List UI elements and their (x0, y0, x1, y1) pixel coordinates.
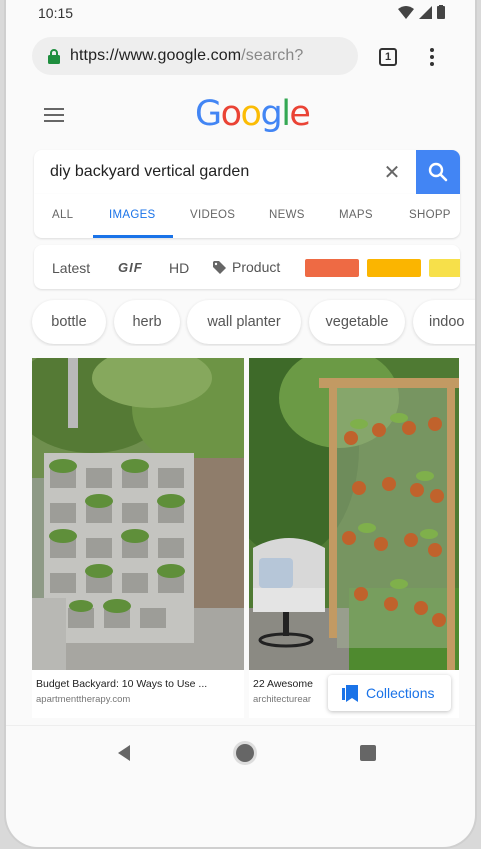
collections-button[interactable]: Collections (328, 675, 451, 711)
google-header: Google (6, 84, 475, 146)
tab-maps[interactable]: MAPS (339, 209, 373, 221)
search-button[interactable] (416, 150, 460, 194)
url-bar[interactable]: https://www.google.com/search? (32, 37, 358, 75)
result-title-2: 22 Awesome (253, 678, 313, 690)
url-text: https://www.google.com/search? (70, 47, 303, 65)
filter-product[interactable]: Product (213, 259, 280, 275)
tag-icon (213, 260, 226, 274)
status-time: 10:15 (38, 5, 74, 21)
chip-indoor[interactable]: indoo (413, 300, 475, 344)
cell-signal-icon (419, 5, 432, 19)
search-box: diy backyard vertical garden ✕ (34, 150, 460, 194)
logo-letter: o (240, 94, 262, 134)
url-path: /search? (241, 47, 304, 64)
color-swatch-orange[interactable] (305, 259, 359, 277)
logo-letter: o (220, 94, 242, 134)
battery-icon (437, 5, 445, 19)
filter-product-label: Product (232, 259, 281, 275)
overflow-menu-icon[interactable] (425, 46, 439, 68)
logo-letter: G (195, 94, 222, 134)
result-image-2[interactable] (249, 358, 459, 670)
result-image-1[interactable] (32, 358, 244, 670)
filter-row: Latest GIF HD Product (34, 245, 460, 289)
related-chips: bottle herb wall planter vegetable indoo (6, 298, 475, 346)
chip-herb[interactable]: herb (114, 300, 180, 344)
clear-search-icon[interactable]: ✕ (382, 160, 402, 185)
phone-screen: 10:15 https://www.google.com/search? 1 G… (4, 0, 477, 849)
tab-news[interactable]: NEWS (269, 209, 305, 221)
hamburger-menu-icon[interactable] (44, 108, 64, 122)
home-icon[interactable] (236, 744, 254, 762)
color-swatch-light-yellow[interactable] (429, 259, 460, 277)
tab-shopping[interactable]: SHOPP (409, 209, 451, 221)
image-result-2[interactable]: 22 Awesome architecturear (249, 358, 459, 718)
filter-gif[interactable]: GIF (118, 260, 143, 275)
lock-icon (48, 48, 60, 64)
google-logo[interactable]: Google (195, 94, 311, 134)
tab-switcher-button[interactable]: 1 (379, 48, 397, 66)
bookmark-collection-icon (342, 684, 358, 702)
tab-all[interactable]: ALL (52, 209, 73, 221)
filter-hd[interactable]: HD (169, 260, 189, 276)
browser-toolbar: https://www.google.com/search? 1 (6, 30, 475, 84)
chip-vegetable[interactable]: vegetable (309, 300, 405, 344)
back-icon[interactable] (118, 745, 130, 761)
logo-letter: g (260, 94, 282, 134)
collections-label: Collections (366, 685, 435, 701)
search-input[interactable]: diy backyard vertical garden (50, 163, 249, 181)
android-nav-bar (6, 725, 475, 781)
result-source-2: architecturear (253, 694, 312, 705)
search-icon (428, 162, 448, 182)
search-tabs: ALL IMAGES VIDEOS NEWS MAPS SHOPP (34, 194, 460, 238)
chip-wall-planter[interactable]: wall planter (187, 300, 301, 344)
filter-latest[interactable]: Latest (52, 260, 90, 276)
wifi-icon (398, 5, 414, 19)
active-tab-indicator (93, 235, 173, 238)
result-source-1: apartmenttherapy.com (36, 694, 131, 705)
color-swatch-yellow[interactable] (367, 259, 421, 277)
image-result-1[interactable]: Budget Backyard: 10 Ways to Use ... apar… (32, 358, 244, 718)
status-bar: 10:15 (6, 0, 475, 28)
status-icons (398, 5, 445, 19)
logo-letter: e (289, 94, 311, 134)
chip-bottle[interactable]: bottle (32, 300, 106, 344)
url-host: https://www.google.com (70, 47, 242, 64)
tab-images[interactable]: IMAGES (109, 209, 156, 221)
recents-icon[interactable] (360, 745, 376, 761)
tab-videos[interactable]: VIDEOS (190, 209, 235, 221)
result-title-1: Budget Backyard: 10 Ways to Use ... (36, 678, 208, 690)
